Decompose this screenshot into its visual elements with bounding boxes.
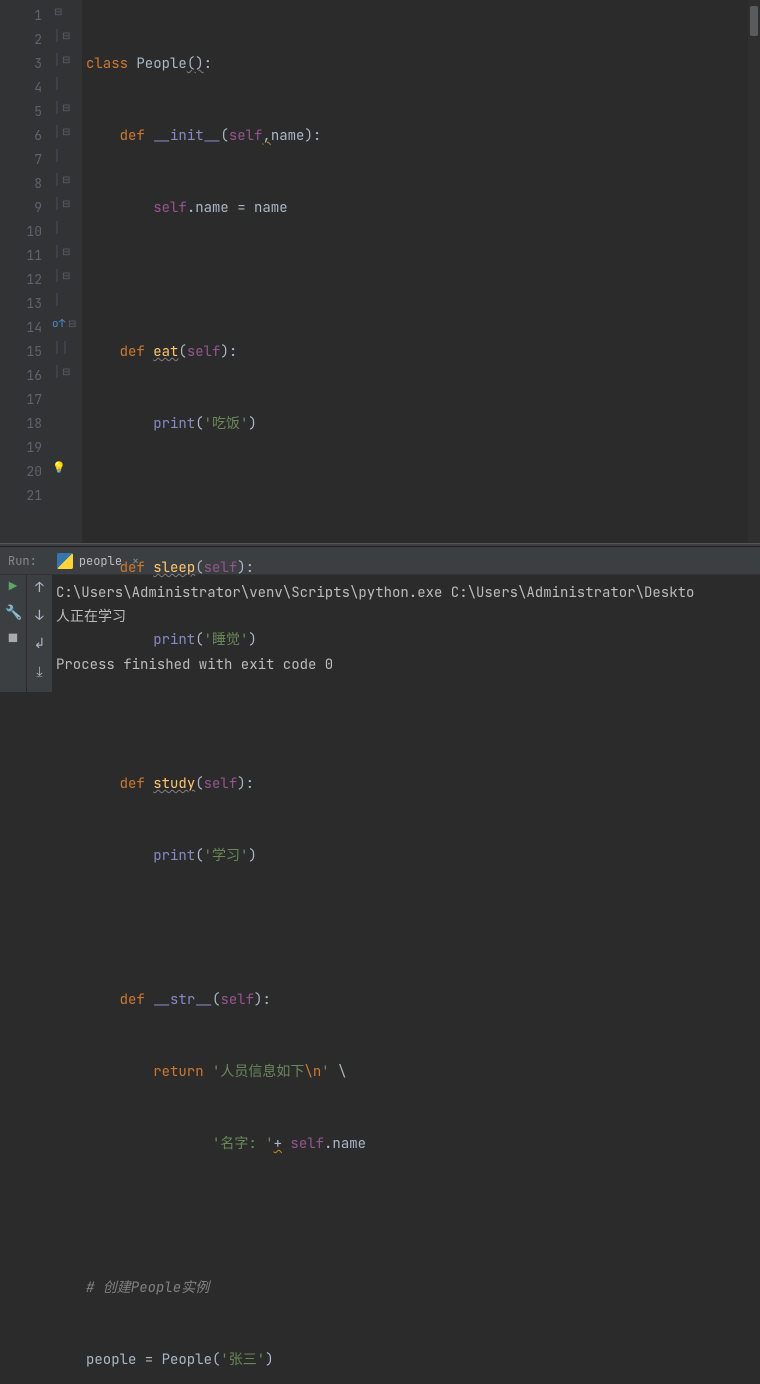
settings-button[interactable]: 🔧 (5, 605, 21, 621)
line-number: 7 (0, 148, 42, 172)
fold-icon[interactable]: ⊟ (62, 240, 70, 264)
intention-bulb-icon[interactable]: 💡 (52, 456, 66, 480)
soft-wrap-button[interactable]: ↲ (34, 635, 46, 653)
code-line[interactable]: def sleep(self): (86, 556, 760, 580)
line-number: 12 (0, 268, 42, 292)
code-line[interactable]: def __init__(self,name): (86, 124, 760, 148)
fold-icon[interactable]: ⊟ (62, 96, 70, 120)
fold-end-icon[interactable]: ⊟ (62, 48, 70, 72)
run-toolbar-left: ▶ 🔧 ■ (0, 575, 26, 692)
code-line[interactable]: def study(self): (86, 772, 760, 796)
code-line[interactable]: def eat(self): (86, 340, 760, 364)
line-number: 20 (0, 460, 42, 484)
line-number: 21 (0, 484, 42, 508)
line-number: 9 (0, 196, 42, 220)
override-icon[interactable]: o↑ (52, 312, 65, 336)
code-line[interactable]: people = People('张三') (86, 1348, 760, 1372)
line-number: 4 (0, 76, 42, 100)
line-number: 1 (0, 4, 42, 28)
line-number: 17 (0, 388, 42, 412)
line-number: 13 (0, 292, 42, 316)
code-line[interactable]: print('睡觉') (86, 628, 760, 652)
fold-end-icon[interactable]: ⊟ (62, 360, 70, 384)
line-number: 19 (0, 436, 42, 460)
run-toolbar-right: ↑ ↓ ↲ ⤓ (26, 575, 52, 692)
code-line[interactable]: self.name = name (86, 196, 760, 220)
code-line[interactable] (86, 916, 760, 940)
fold-icon[interactable]: ⊟ (54, 0, 62, 24)
line-number: 6 (0, 124, 42, 148)
fold-icon[interactable]: ⊟ (62, 168, 70, 192)
code-line[interactable]: '名字: '+ self.name (86, 1132, 760, 1156)
stop-button[interactable]: ■ (5, 631, 21, 647)
code-line[interactable]: def __str__(self): (86, 988, 760, 1012)
line-number: 10 (0, 220, 42, 244)
line-number-gutter: 1 2 3 4 5 6 7 8 9 10 11 12 13 14 15 16 1… (0, 0, 50, 543)
code-line[interactable]: print('吃饭') (86, 412, 760, 436)
down-stack-button[interactable]: ↓ (35, 607, 43, 625)
fold-end-icon[interactable]: ⊟ (62, 264, 70, 288)
scrollbar-thumb[interactable] (750, 6, 758, 36)
code-line[interactable] (86, 700, 760, 724)
line-number: 16 (0, 364, 42, 388)
code-line[interactable]: print('学习') (86, 844, 760, 868)
line-number: 2 (0, 28, 42, 52)
code-line[interactable] (86, 268, 760, 292)
line-number: 5 (0, 100, 42, 124)
line-number: 3 (0, 52, 42, 76)
code-line[interactable] (86, 1204, 760, 1228)
run-label: Run: (8, 553, 37, 569)
code-line[interactable]: return '人员信息如下\n' \ (86, 1060, 760, 1084)
line-number: 15 (0, 340, 42, 364)
code-line[interactable]: # 创建People实例 (86, 1276, 760, 1300)
fold-gutter[interactable]: ⊟ │⊟ │⊟ │ │⊟ │⊟ │ │⊟ │⊟ │ │⊟ │⊟ │ o↑⊟ ││… (50, 0, 82, 543)
scroll-end-button[interactable]: ⤓ (36, 663, 42, 681)
line-number: 18 (0, 412, 42, 436)
rerun-button[interactable]: ▶ (5, 579, 21, 595)
line-number: 14 (0, 316, 42, 340)
code-area[interactable]: class People(): def __init__(self,name):… (82, 0, 760, 543)
fold-icon[interactable]: ⊟ (62, 24, 70, 48)
up-stack-button[interactable]: ↑ (35, 579, 43, 597)
fold-icon[interactable]: ⊟ (68, 317, 76, 330)
code-line[interactable] (86, 484, 760, 508)
code-line[interactable]: class People(): (86, 52, 760, 76)
fold-end-icon[interactable]: ⊟ (62, 192, 70, 216)
code-editor-area[interactable]: 1 2 3 4 5 6 7 8 9 10 11 12 13 14 15 16 1… (0, 0, 760, 543)
fold-end-icon[interactable]: ⊟ (62, 120, 70, 144)
vertical-scrollbar[interactable] (748, 0, 760, 543)
python-icon (57, 553, 73, 569)
line-number: 11 (0, 244, 42, 268)
line-number: 8 (0, 172, 42, 196)
